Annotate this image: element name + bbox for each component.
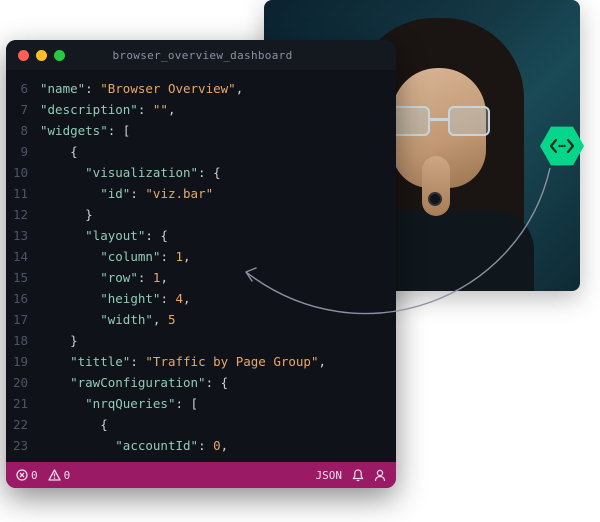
line-number: 18 [6, 330, 40, 351]
line-number: 22 [6, 414, 40, 435]
line-content: } [40, 204, 93, 225]
line-content: } [40, 330, 78, 351]
code-body[interactable]: 6"name": "Browser Overview",7"descriptio… [6, 70, 396, 462]
warning-icon [48, 469, 61, 481]
line-number: 7 [6, 99, 40, 120]
code-line[interactable]: 17 "width", 5 [6, 309, 396, 330]
code-line[interactable]: 12 } [6, 204, 396, 225]
line-number: 20 [6, 372, 40, 393]
line-number: 11 [6, 183, 40, 204]
error-icon [16, 469, 28, 481]
line-number: 14 [6, 246, 40, 267]
line-number: 21 [6, 393, 40, 414]
line-number: 10 [6, 162, 40, 183]
bell-icon[interactable] [352, 469, 364, 482]
close-window-button[interactable] [18, 50, 29, 61]
errors-indicator[interactable]: 0 [16, 469, 38, 482]
maximize-window-button[interactable] [54, 50, 65, 61]
line-content: "name": "Browser Overview", [40, 78, 243, 99]
code-line[interactable]: 22 { [6, 414, 396, 435]
line-content: "visualization": { [40, 162, 221, 183]
line-content: "height": 4, [40, 288, 191, 309]
warnings-count: 0 [64, 469, 71, 482]
window-controls [18, 50, 65, 61]
line-number: 6 [6, 78, 40, 99]
line-content: "tittle": "Traffic by Page Group", [40, 351, 326, 372]
line-content: "nrqQueries": [ [40, 393, 198, 414]
warnings-indicator[interactable]: 0 [48, 469, 71, 482]
line-number: 16 [6, 288, 40, 309]
editor-filename: browser_overview_dashboard [65, 49, 340, 62]
code-line[interactable]: 11 "id": "viz.bar" [6, 183, 396, 204]
code-line[interactable]: 8"widgets": [ [6, 120, 396, 141]
line-content: "id": "viz.bar" [40, 183, 213, 204]
line-content: "column": 1, [40, 246, 191, 267]
code-line[interactable]: 21 "nrqQueries": [ [6, 393, 396, 414]
code-line[interactable]: 19 "tittle": "Traffic by Page Group", [6, 351, 396, 372]
line-content: "layout": { [40, 225, 168, 246]
line-content: "rawConfiguration": { [40, 372, 228, 393]
user-icon[interactable] [374, 469, 386, 482]
line-number: 12 [6, 204, 40, 225]
line-number: 9 [6, 141, 40, 162]
code-editor-window: browser_overview_dashboard 6"name": "Bro… [6, 40, 396, 488]
code-line[interactable]: 13 "layout": { [6, 225, 396, 246]
editor-statusbar: 0 0 JSON [6, 462, 396, 488]
code-line[interactable]: 7"description": "", [6, 99, 396, 120]
line-number: 8 [6, 120, 40, 141]
line-number: 19 [6, 351, 40, 372]
code-line[interactable]: 10 "visualization": { [6, 162, 396, 183]
code-line[interactable]: 9 { [6, 141, 396, 162]
minimize-window-button[interactable] [36, 50, 47, 61]
editor-titlebar: browser_overview_dashboard [6, 40, 396, 70]
line-content: "width", 5 [40, 309, 176, 330]
line-content: "description": "", [40, 99, 176, 120]
line-number: 23 [6, 435, 40, 456]
line-content: { [40, 141, 78, 162]
line-number: 17 [6, 309, 40, 330]
language-mode[interactable]: JSON [316, 469, 343, 482]
errors-count: 0 [31, 469, 38, 482]
code-line[interactable]: 6"name": "Browser Overview", [6, 78, 396, 99]
code-line[interactable]: 18 } [6, 330, 396, 351]
line-content: "widgets": [ [40, 120, 130, 141]
line-number: 15 [6, 267, 40, 288]
code-share-badge[interactable] [538, 122, 586, 170]
code-line[interactable]: 14 "column": 1, [6, 246, 396, 267]
code-line[interactable]: 16 "height": 4, [6, 288, 396, 309]
line-content: "accountId": 0, [40, 435, 228, 456]
line-content: "row": 1, [40, 267, 168, 288]
code-line[interactable]: 23 "accountId": 0, [6, 435, 396, 456]
code-line[interactable]: 20 "rawConfiguration": { [6, 372, 396, 393]
line-content: { [40, 414, 108, 435]
line-number: 13 [6, 225, 40, 246]
code-line[interactable]: 15 "row": 1, [6, 267, 396, 288]
code-share-icon [550, 138, 574, 154]
